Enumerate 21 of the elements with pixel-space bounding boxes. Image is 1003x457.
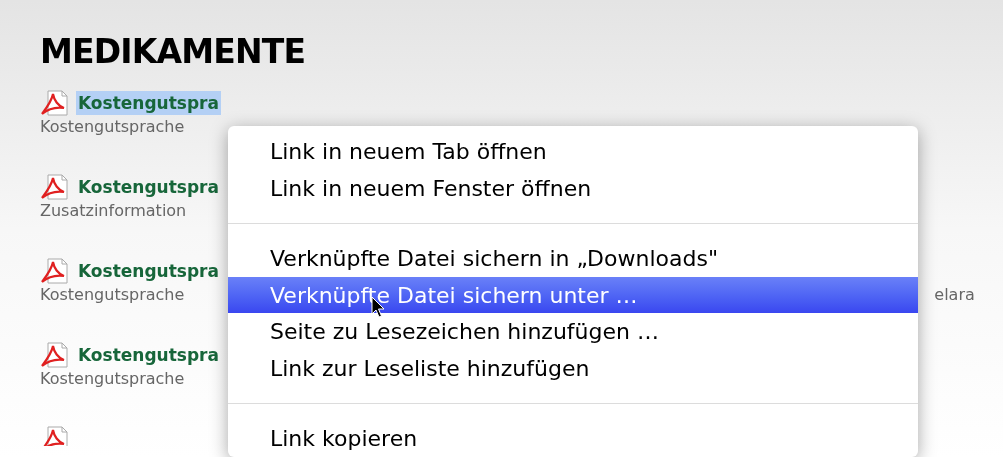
page-heading: MEDIKAMENTE [40, 31, 307, 73]
menu-item[interactable]: Link zur Leseliste hinzufügen [228, 350, 918, 388]
document-link[interactable]: Kostengutspra [76, 259, 221, 283]
document-link[interactable]: Kostengutspra [76, 175, 221, 199]
menu-item[interactable]: Link in neuem Tab öffnen [228, 133, 918, 170]
pdf-file-icon [40, 174, 70, 200]
menu-item[interactable]: Link in neuem Fenster öffnen [228, 169, 918, 207]
document-description: elara [934, 284, 975, 306]
document-description: Kostengutsprache [40, 116, 185, 138]
menu-item[interactable]: Link kopieren [228, 420, 918, 457]
document-link[interactable]: Kostengutspra [76, 91, 221, 115]
menu-item[interactable]: Verknüpfte Datei sichern unter … [228, 276, 918, 314]
document-description: Zusatzinformation [40, 200, 187, 222]
pdf-file-icon [40, 258, 70, 284]
menu-item[interactable]: Verknüpfte Datei sichern in „Downloads" [228, 239, 918, 277]
pdf-file-icon [40, 342, 70, 368]
document-description: Kostengutsprache [40, 284, 185, 306]
menu-item[interactable]: Seite zu Lesezeichen hinzufügen … [228, 313, 918, 351]
document-link[interactable]: Kostengutspra [76, 343, 221, 367]
pdf-file-icon [40, 90, 70, 116]
document-description: Kostengutsprache [40, 368, 185, 390]
